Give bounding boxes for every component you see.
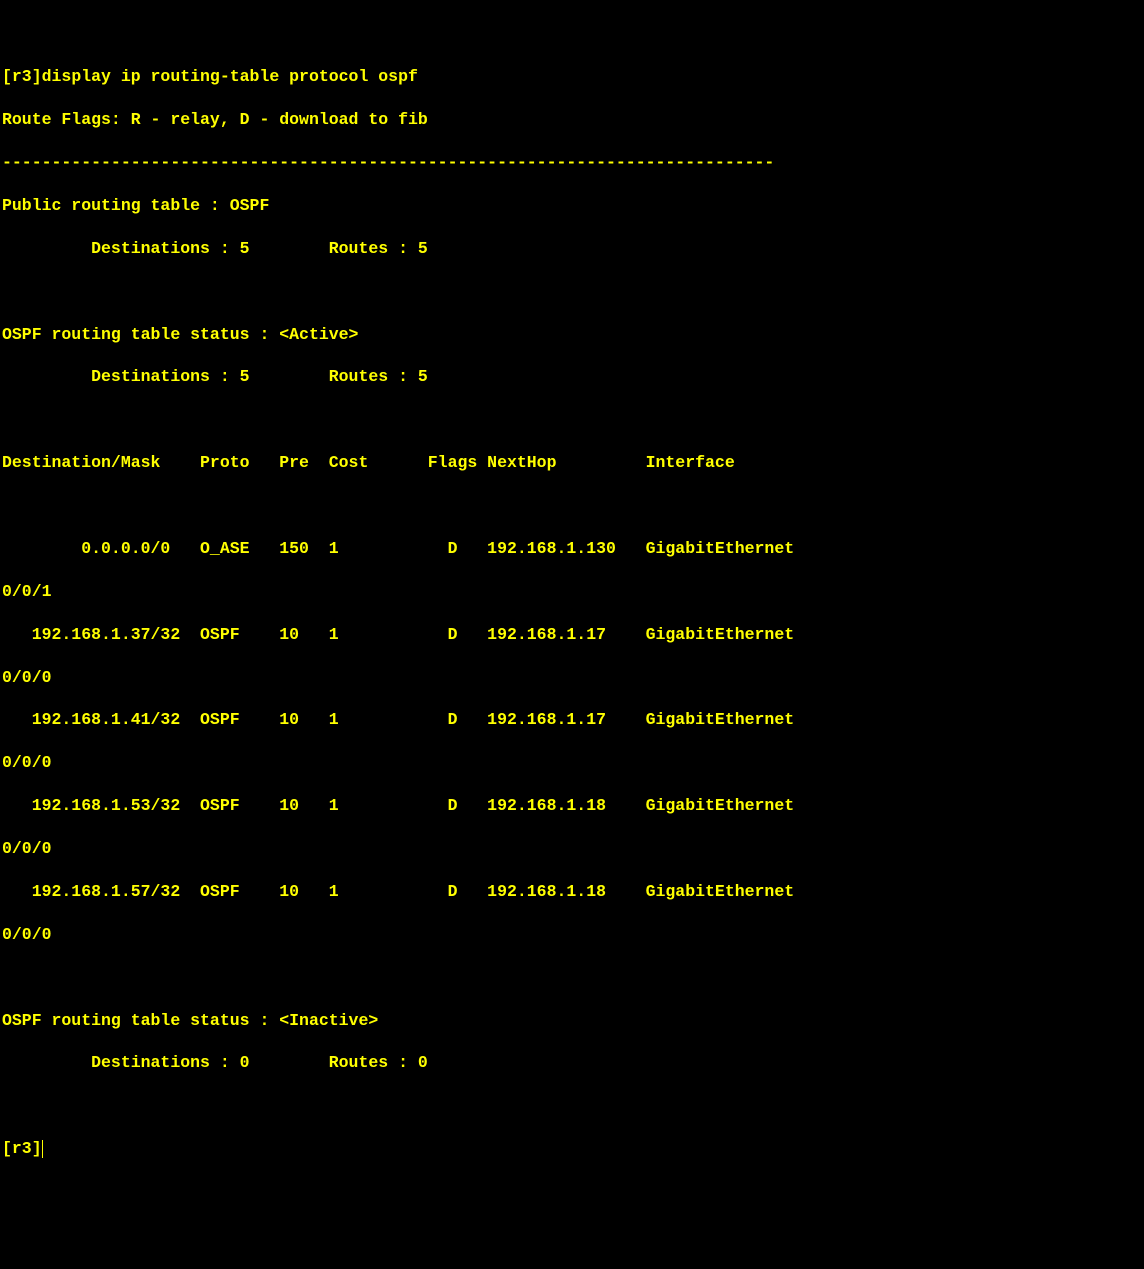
cursor: [42, 1140, 43, 1158]
table-row: 192.168.1.57/32 OSPF 10 1 D 192.168.1.18…: [2, 881, 1142, 902]
blank-line: [2, 495, 1142, 516]
table-row-wrap: 0/0/0: [2, 838, 1142, 859]
table-row-wrap: 0/0/0: [2, 924, 1142, 945]
table-row-wrap: 0/0/0: [2, 752, 1142, 773]
table-row: 0.0.0.0/0 O_ASE 150 1 D 192.168.1.130 Gi…: [2, 538, 1142, 559]
inactive-status-line: OSPF routing table status : <Inactive>: [2, 1010, 1142, 1031]
table-row: 192.168.1.41/32 OSPF 10 1 D 192.168.1.17…: [2, 709, 1142, 730]
route-flags-line: Route Flags: R - relay, D - download to …: [2, 109, 1142, 130]
separator-line: ----------------------------------------…: [2, 152, 1142, 173]
inactive-dest-line: Destinations : 0 Routes : 0: [2, 1052, 1142, 1073]
active-dest-line: Destinations : 5 Routes : 5: [2, 366, 1142, 387]
prompt: [r3]: [2, 67, 42, 86]
prompt: [r3]: [2, 1139, 42, 1158]
terminal-output: [r3]display ip routing-table protocol os…: [2, 66, 1142, 87]
blank-line: [2, 409, 1142, 430]
table-row-wrap: 0/0/1: [2, 581, 1142, 602]
table-row-wrap: 0/0/0: [2, 667, 1142, 688]
active-status-line: OSPF routing table status : <Active>: [2, 324, 1142, 345]
blank-line: [2, 967, 1142, 988]
prompt-line[interactable]: [r3]: [2, 1138, 1142, 1159]
blank-line: [2, 1095, 1142, 1116]
public-dest-line: Destinations : 5 Routes : 5: [2, 238, 1142, 259]
headers-line: Destination/Mask Proto Pre Cost Flags Ne…: [2, 452, 1142, 473]
command-text: display ip routing-table protocol ospf: [42, 67, 418, 86]
public-routing-line: Public routing table : OSPF: [2, 195, 1142, 216]
blank-line: [2, 281, 1142, 302]
table-row: 192.168.1.53/32 OSPF 10 1 D 192.168.1.18…: [2, 795, 1142, 816]
table-row: 192.168.1.37/32 OSPF 10 1 D 192.168.1.17…: [2, 624, 1142, 645]
